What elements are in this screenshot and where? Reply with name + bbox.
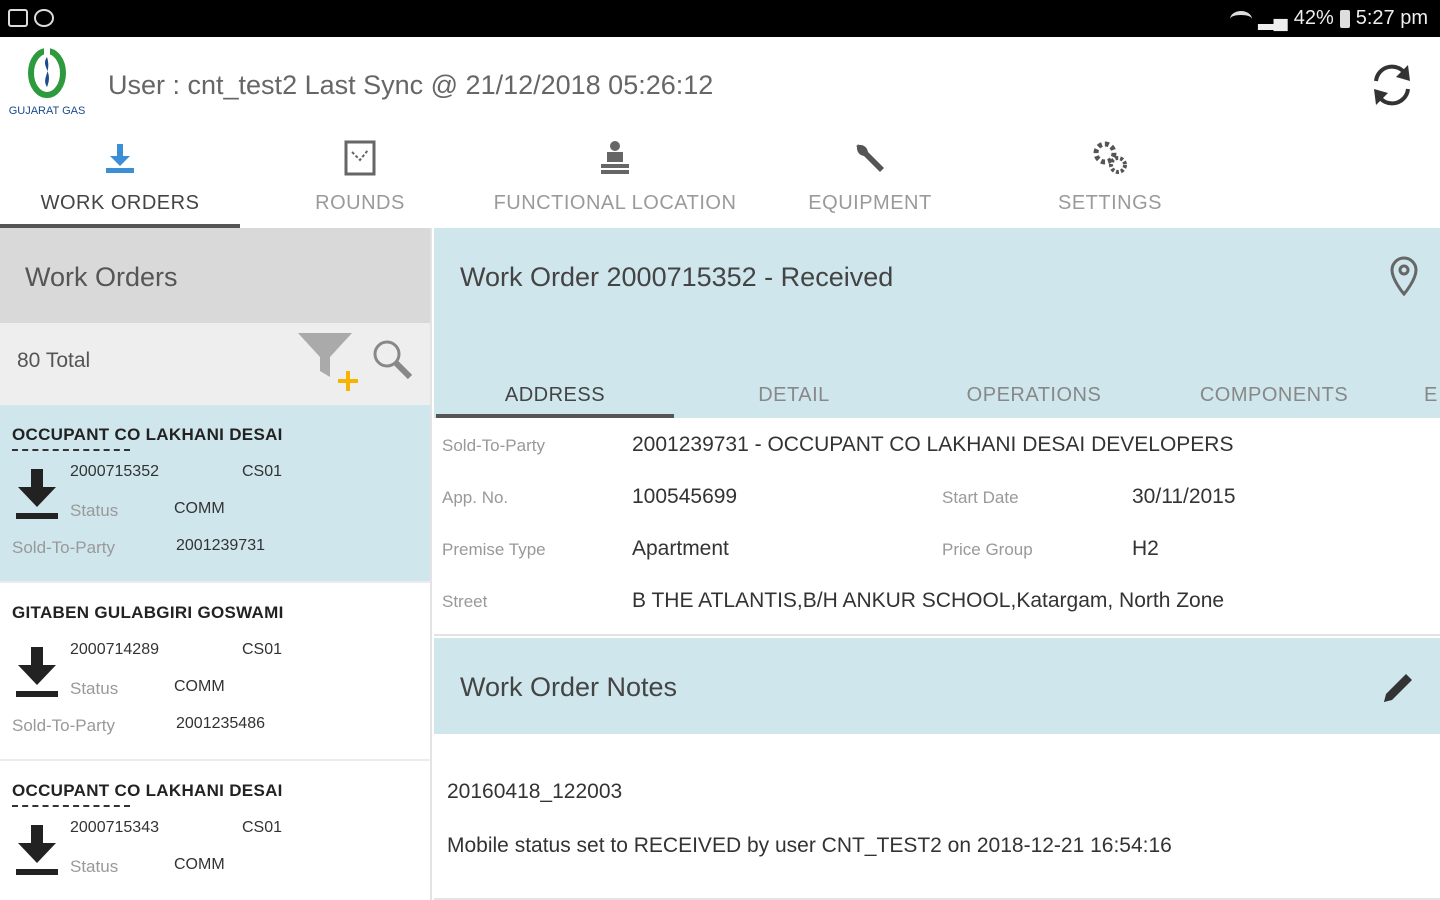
subtab-detail[interactable]: DETAIL [674, 384, 914, 407]
sold-to-party-label: Sold-To-Party [12, 538, 115, 557]
work-order-title: Work Order 2000715352 - Received [460, 262, 894, 292]
subtab-components[interactable]: COMPONENTS [1154, 384, 1394, 407]
sold-to-party-label: Sold-To-Party [442, 436, 545, 455]
battery-percent: 42% [1293, 7, 1334, 29]
sold-to-party-value: 2001235486 [176, 715, 265, 732]
price-group-label: Price Group [942, 540, 1033, 559]
detail-header: Work Order 2000715352 - Received ADDRESS… [434, 228, 1440, 418]
status-label: Status [70, 857, 119, 876]
customer-name: GITABEN GULABGIRI GOSWAMI [12, 603, 284, 622]
sold-to-party-value: 2001239731 - OCCUPANT CO LAKHANI DESAI D… [632, 433, 1234, 456]
note-line: Mobile status set to RECEIVED by user CN… [447, 834, 1172, 857]
app-no-value: 100545699 [632, 485, 738, 508]
premise-type-label: Premise Type [442, 540, 546, 559]
tab-label: SETTINGS [1057, 192, 1162, 214]
subtab-address[interactable]: ADDRESS [436, 384, 674, 407]
status-bar-right: ▂▄ 42% 5:27 pm [1230, 6, 1428, 31]
main-tabs: WORK ORDERS ROUNDS FUNCTIONAL LOCATION E… [0, 132, 1440, 228]
add-filter-button[interactable] [294, 327, 364, 395]
gallery-notification-icon [8, 9, 28, 27]
clock: 5:27 pm [1355, 7, 1428, 29]
plant-code: CS01 [242, 641, 283, 658]
edit-pencil-icon[interactable] [1378, 668, 1418, 708]
tab-rounds[interactable]: ROUNDS [240, 132, 480, 228]
street-label: Street [442, 592, 488, 611]
search-icon [373, 340, 413, 380]
status-value: COMM [174, 856, 225, 873]
tab-label: FUNCTIONAL LOCATION [493, 192, 737, 214]
sync-notification-icon [34, 9, 54, 27]
list-toolbar: 80 Total [0, 323, 430, 405]
work-order-number: 2000714289 [70, 641, 159, 658]
customer-name: OCCUPANT CO LAKHANI DESAI [12, 781, 283, 800]
sold-to-party-label: Sold-To-Party [12, 716, 115, 735]
battery-icon [1339, 9, 1350, 28]
subtab-operations[interactable]: OPERATIONS [914, 384, 1154, 407]
signal-icon: ▂▄ [1258, 8, 1288, 30]
map-pin-icon[interactable] [1388, 256, 1420, 296]
download-icon [106, 144, 134, 173]
tab-work-orders[interactable]: WORK ORDERS [0, 132, 240, 228]
download-icon[interactable] [14, 643, 60, 701]
tab-label: EQUIPMENT [808, 192, 932, 214]
plant-code: CS01 [242, 463, 283, 480]
list-item[interactable]: GITABEN GULABGIRI GOSWAMI 2000714289 CS0… [0, 583, 430, 761]
tab-label: ROUNDS [315, 192, 405, 214]
filter-plus-icon [298, 333, 358, 391]
truncated-name-indicator [12, 449, 130, 451]
premise-type-value: Apartment [632, 537, 729, 560]
notes-header: Work Order Notes [434, 638, 1440, 734]
status-value: COMM [174, 678, 225, 695]
tab-functional-location[interactable]: FUNCTIONAL LOCATION [480, 132, 750, 228]
download-icon[interactable] [14, 465, 60, 523]
wifi-icon [1230, 10, 1253, 27]
sync-button[interactable] [1368, 61, 1416, 109]
work-order-detail: Work Order 2000715352 - Received ADDRESS… [434, 228, 1440, 900]
status-value: COMM [174, 500, 225, 517]
wrench-icon [856, 144, 884, 172]
gujarat-gas-logo: GUJARAT GAS [8, 47, 86, 122]
note-line: 20160418_122003 [447, 780, 623, 803]
app-header: GUJARAT GAS User : cnt_test2 Last Sync @… [0, 37, 1440, 132]
sold-to-party-value: 2001239731 [176, 537, 265, 554]
total-count: 80 Total [17, 349, 91, 372]
gear-icon [1093, 141, 1127, 174]
price-group-value: H2 [1132, 537, 1159, 560]
panel-title: Work Orders [0, 228, 430, 323]
start-date-label: Start Date [942, 488, 1019, 507]
tab-equipment[interactable]: EQUIPMENT [750, 132, 990, 228]
start-date-value: 30/11/2015 [1132, 485, 1236, 508]
download-icon[interactable] [14, 821, 60, 879]
tab-label: WORK ORDERS [40, 192, 200, 214]
tab-settings[interactable]: SETTINGS [990, 132, 1230, 228]
list-item[interactable]: OCCUPANT CO LAKHANI DESAI 2000715352 CS0… [0, 405, 430, 583]
logo-flame-icon [28, 47, 66, 98]
address-section: Sold-To-Party 2001239731 - OCCUPANT CO L… [434, 418, 1440, 636]
status-bar-left [8, 9, 54, 27]
plant-code: CS01 [242, 819, 283, 836]
notes-body: 20160418_122003 Mobile status set to REC… [434, 734, 1440, 900]
status-label: Status [70, 501, 119, 520]
status-bar: ▂▄ 42% 5:27 pm [0, 0, 1440, 37]
customer-name: OCCUPANT CO LAKHANI DESAI [12, 425, 283, 444]
rounds-icon [344, 140, 376, 176]
user-sync-info: User : cnt_test2 Last Sync @ 21/12/2018 … [108, 70, 714, 100]
street-value: B THE ATLANTIS,B/H ANKUR SCHOOL,Katargam… [632, 589, 1225, 612]
refresh-icon [1374, 64, 1410, 106]
logo-text: GUJARAT GAS [8, 105, 86, 117]
status-label: Status [70, 679, 119, 698]
work-order-number: 2000715352 [70, 463, 159, 480]
search-button[interactable] [370, 337, 416, 383]
notes-title: Work Order Notes [460, 672, 678, 702]
truncated-name-indicator [12, 805, 130, 807]
functional-location-icon [601, 141, 629, 174]
app-no-label: App. No. [442, 488, 509, 507]
list-item[interactable]: OCCUPANT CO LAKHANI DESAI 2000715343 CS0… [0, 761, 430, 900]
work-order-number: 2000715343 [70, 819, 159, 836]
subtab-overflow[interactable]: E [1424, 384, 1440, 407]
work-orders-panel: Work Orders 80 Total OCCUPANT CO LAKHANI… [0, 228, 432, 900]
